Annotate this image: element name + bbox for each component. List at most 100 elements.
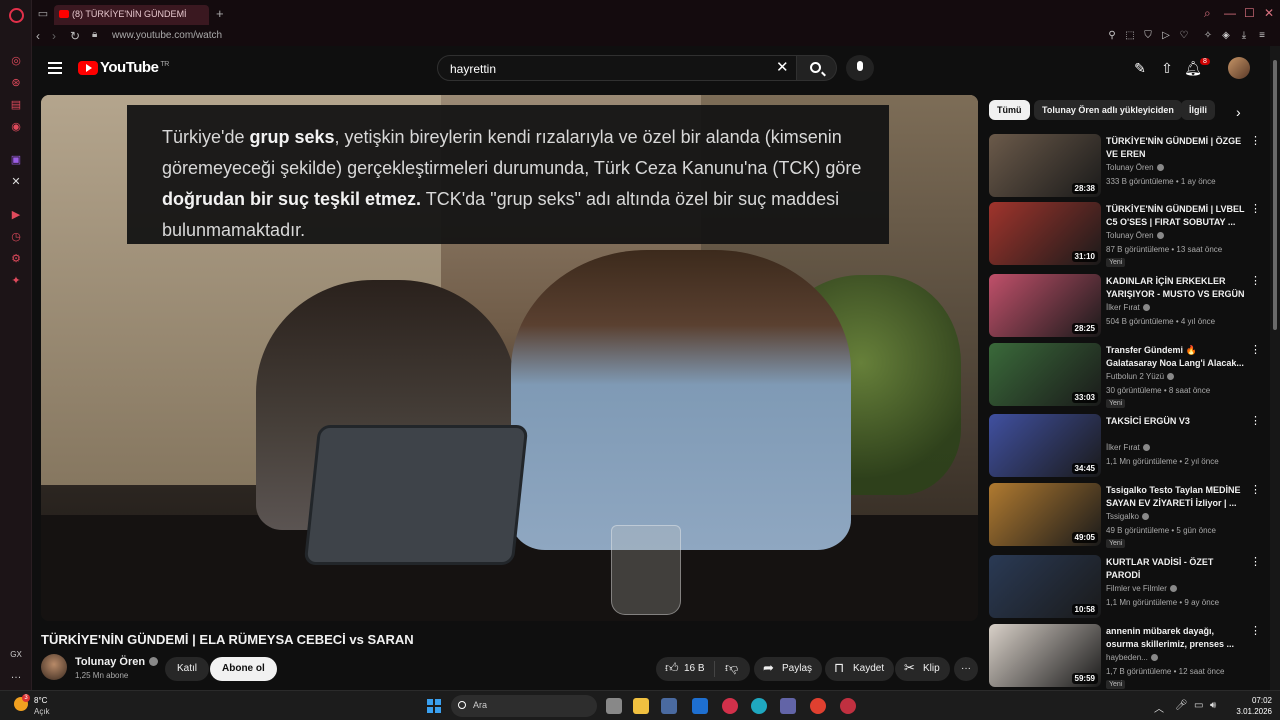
recommendation-channel[interactable]: Tolunay Ören: [1106, 163, 1164, 172]
recommendation-channel[interactable]: İlker Fırat: [1106, 303, 1150, 312]
recommendation-thumbnail[interactable]: 28:38: [989, 134, 1101, 197]
recommendation-item[interactable]: 28:38 TÜRKİYE'NİN GÜNDEMİ | ÖZGE VE EREN T…: [989, 134, 1261, 198]
settings-icon[interactable]: ⚙: [9, 252, 23, 266]
kebab-menu-icon[interactable]: ⋮: [1250, 136, 1261, 147]
x-icon[interactable]: ✕: [9, 175, 23, 189]
chrome-icon[interactable]: [810, 698, 826, 714]
search-input[interactable]: hayrettin: [437, 55, 797, 81]
recommendation-title[interactable]: annenin mübarek dayağı, osurma skillerim…: [1106, 625, 1246, 651]
store-icon[interactable]: [661, 698, 677, 714]
recommendation-thumbnail[interactable]: 31:10: [989, 202, 1101, 265]
recommendation-thumbnail[interactable]: 33:03: [989, 343, 1101, 406]
messenger-icon[interactable]: ▤: [9, 98, 23, 112]
history-icon[interactable]: ◷: [9, 230, 23, 244]
recommendation-title[interactable]: TAKSİCİ ERGÜN V3: [1106, 415, 1246, 428]
recommendation-item[interactable]: 33:03 Transfer Gündemi 🔥 Galatasaray Noa …: [989, 343, 1261, 408]
clip-button[interactable]: ✂ Klip: [895, 657, 950, 681]
puzzle-icon[interactable]: ✧: [1202, 30, 1214, 42]
join-button[interactable]: Katıl: [165, 657, 210, 681]
chip-all[interactable]: Tümü: [989, 100, 1030, 120]
twitch-icon[interactable]: ▣: [9, 153, 23, 167]
workspace-icon[interactable]: ⊛: [9, 76, 23, 90]
search-tabs-icon[interactable]: ⌕: [1204, 6, 1211, 21]
channel-name[interactable]: Tolunay Ören: [75, 656, 159, 668]
save-button[interactable]: ⊓ Kaydet: [825, 657, 895, 681]
recommendation-item[interactable]: 31:10 TÜRKİYE'NİN GÜNDEMİ | LVBEL C5 O'SE…: [989, 202, 1261, 267]
video-player[interactable]: Türkiye'de grup seks, yetişkin bireyleri…: [41, 95, 978, 621]
kebab-menu-icon[interactable]: ⋮: [1250, 345, 1261, 356]
recommendation-channel[interactable]: Futbolun 2 Yüzü: [1106, 372, 1175, 381]
pin-icon[interactable]: ⚲: [1106, 30, 1118, 42]
download-icon[interactable]: ⤓: [1238, 30, 1250, 42]
recommendation-title[interactable]: TÜRKİYE'NİN GÜNDEMİ | LVBEL C5 O'SES | F…: [1106, 203, 1246, 229]
recommendation-channel[interactable]: Filmler ve Filmler: [1106, 584, 1177, 593]
recommendation-thumbnail[interactable]: 59:59: [989, 624, 1101, 687]
create-icon[interactable]: ✎: [1131, 59, 1149, 77]
wallet-icon[interactable]: ◈: [1220, 30, 1232, 42]
recommendation-channel[interactable]: Tssigalko: [1106, 512, 1149, 521]
taskbar-clock[interactable]: 07:02 3.01.2026: [1232, 695, 1272, 717]
kebab-menu-icon[interactable]: ⋮: [1250, 416, 1261, 427]
gx-icon[interactable]: GX: [9, 648, 23, 662]
dislike-button[interactable]: 👎︎: [716, 657, 750, 681]
task-view-icon[interactable]: [606, 698, 622, 714]
voice-search-button[interactable]: [846, 55, 874, 81]
recommendation-item[interactable]: 10:58 KURTLAR VADİSİ - ÖZET PARODİ Filmler…: [989, 555, 1261, 619]
recommendation-title[interactable]: KADINLAR İÇİN ERKEKLER YARIŞIYOR - MUSTO…: [1106, 275, 1246, 301]
clear-search-icon[interactable]: ✕: [776, 58, 789, 76]
recommendation-title[interactable]: TÜRKİYE'NİN GÜNDEMİ | ÖZGE VE EREN: [1106, 135, 1246, 161]
kebab-menu-icon[interactable]: ⋮: [1250, 557, 1261, 568]
chip-related[interactable]: İlgili: [1181, 100, 1215, 120]
minimize-button[interactable]: —: [1224, 6, 1236, 20]
close-window-button[interactable]: ✕: [1264, 6, 1274, 20]
recommendation-channel[interactable]: haybeden...: [1106, 653, 1158, 662]
kebab-menu-icon[interactable]: ⋮: [1250, 485, 1261, 496]
reload-button[interactable]: ↻: [70, 29, 80, 43]
windows-start-icon[interactable]: [427, 699, 441, 713]
recommendation-channel[interactable]: Tolunay Ören: [1106, 231, 1164, 240]
youtube-logo-icon[interactable]: [78, 61, 98, 75]
page-scrollbar[interactable]: [1270, 46, 1280, 690]
outlook-icon[interactable]: [692, 698, 708, 714]
opera-taskbar-icon[interactable]: [722, 698, 738, 714]
chip-uploader[interactable]: Tolunay Ören adlı yükleyiciden: [1034, 100, 1182, 120]
recommendation-title[interactable]: Transfer Gündemi 🔥 Galatasaray Noa Lang'…: [1106, 344, 1246, 370]
network-icon[interactable]: ▭: [1194, 700, 1203, 711]
recommendation-thumbnail[interactable]: 34:45: [989, 414, 1101, 477]
opera-logo-icon[interactable]: [9, 8, 24, 23]
recommendation-item[interactable]: 34:45 TAKSİCİ ERGÜN V3 İlker Fırat 1,1 Mn g…: [989, 414, 1261, 478]
new-tab-button[interactable]: +: [216, 6, 224, 21]
heart-icon[interactable]: ♡: [1178, 30, 1190, 42]
recommendation-thumbnail[interactable]: 28:25: [989, 274, 1101, 337]
recommendation-item[interactable]: 49:05 Tssigalko Testo Taylan MEDİNE SAYAN…: [989, 483, 1261, 548]
scrollbar-thumb[interactable]: [1273, 60, 1277, 330]
recommendation-item[interactable]: 28:25 KADINLAR İÇİN ERKEKLER YARIŞIYOR - …: [989, 274, 1261, 338]
upload-icon[interactable]: ⇧: [1158, 59, 1176, 77]
more-icon[interactable]: …: [9, 668, 23, 682]
url-field[interactable]: www.youtube.com/watch: [112, 30, 222, 41]
kebab-menu-icon[interactable]: ⋮: [1250, 276, 1261, 287]
tab-youtube[interactable]: (8) TÜRKİYE'NİN GÜNDEMİ: [54, 5, 209, 25]
chevron-right-icon[interactable]: ›: [1236, 104, 1241, 120]
subscribe-button[interactable]: Abone ol: [210, 657, 277, 681]
player-icon[interactable]: ▶: [9, 208, 23, 222]
instagram-icon[interactable]: ◉: [9, 120, 23, 134]
forward-button[interactable]: ›: [52, 29, 56, 43]
kebab-menu-icon[interactable]: ⋮: [1250, 626, 1261, 637]
recommendation-thumbnail[interactable]: 10:58: [989, 555, 1101, 618]
like-button[interactable]: 👍︎ 16 B: [656, 657, 715, 681]
tray-chevron-icon[interactable]: ︿: [1154, 700, 1164, 715]
more-actions-button[interactable]: ···: [954, 657, 978, 681]
play-icon[interactable]: ▷: [1160, 30, 1172, 42]
file-explorer-icon[interactable]: [633, 698, 649, 714]
shield-icon[interactable]: ⛉: [1142, 30, 1154, 42]
share-button[interactable]: ➦ Paylaş: [754, 657, 823, 681]
kebab-menu-icon[interactable]: ⋮: [1250, 204, 1261, 215]
edge-icon[interactable]: [751, 698, 767, 714]
opera-gx-icon[interactable]: [840, 698, 856, 714]
extensions-icon[interactable]: ✦: [9, 274, 23, 288]
search-button[interactable]: [797, 55, 837, 81]
maximize-button[interactable]: ☐: [1244, 6, 1255, 20]
back-button[interactable]: ‹: [36, 29, 40, 43]
guide-menu-icon[interactable]: [48, 62, 62, 74]
